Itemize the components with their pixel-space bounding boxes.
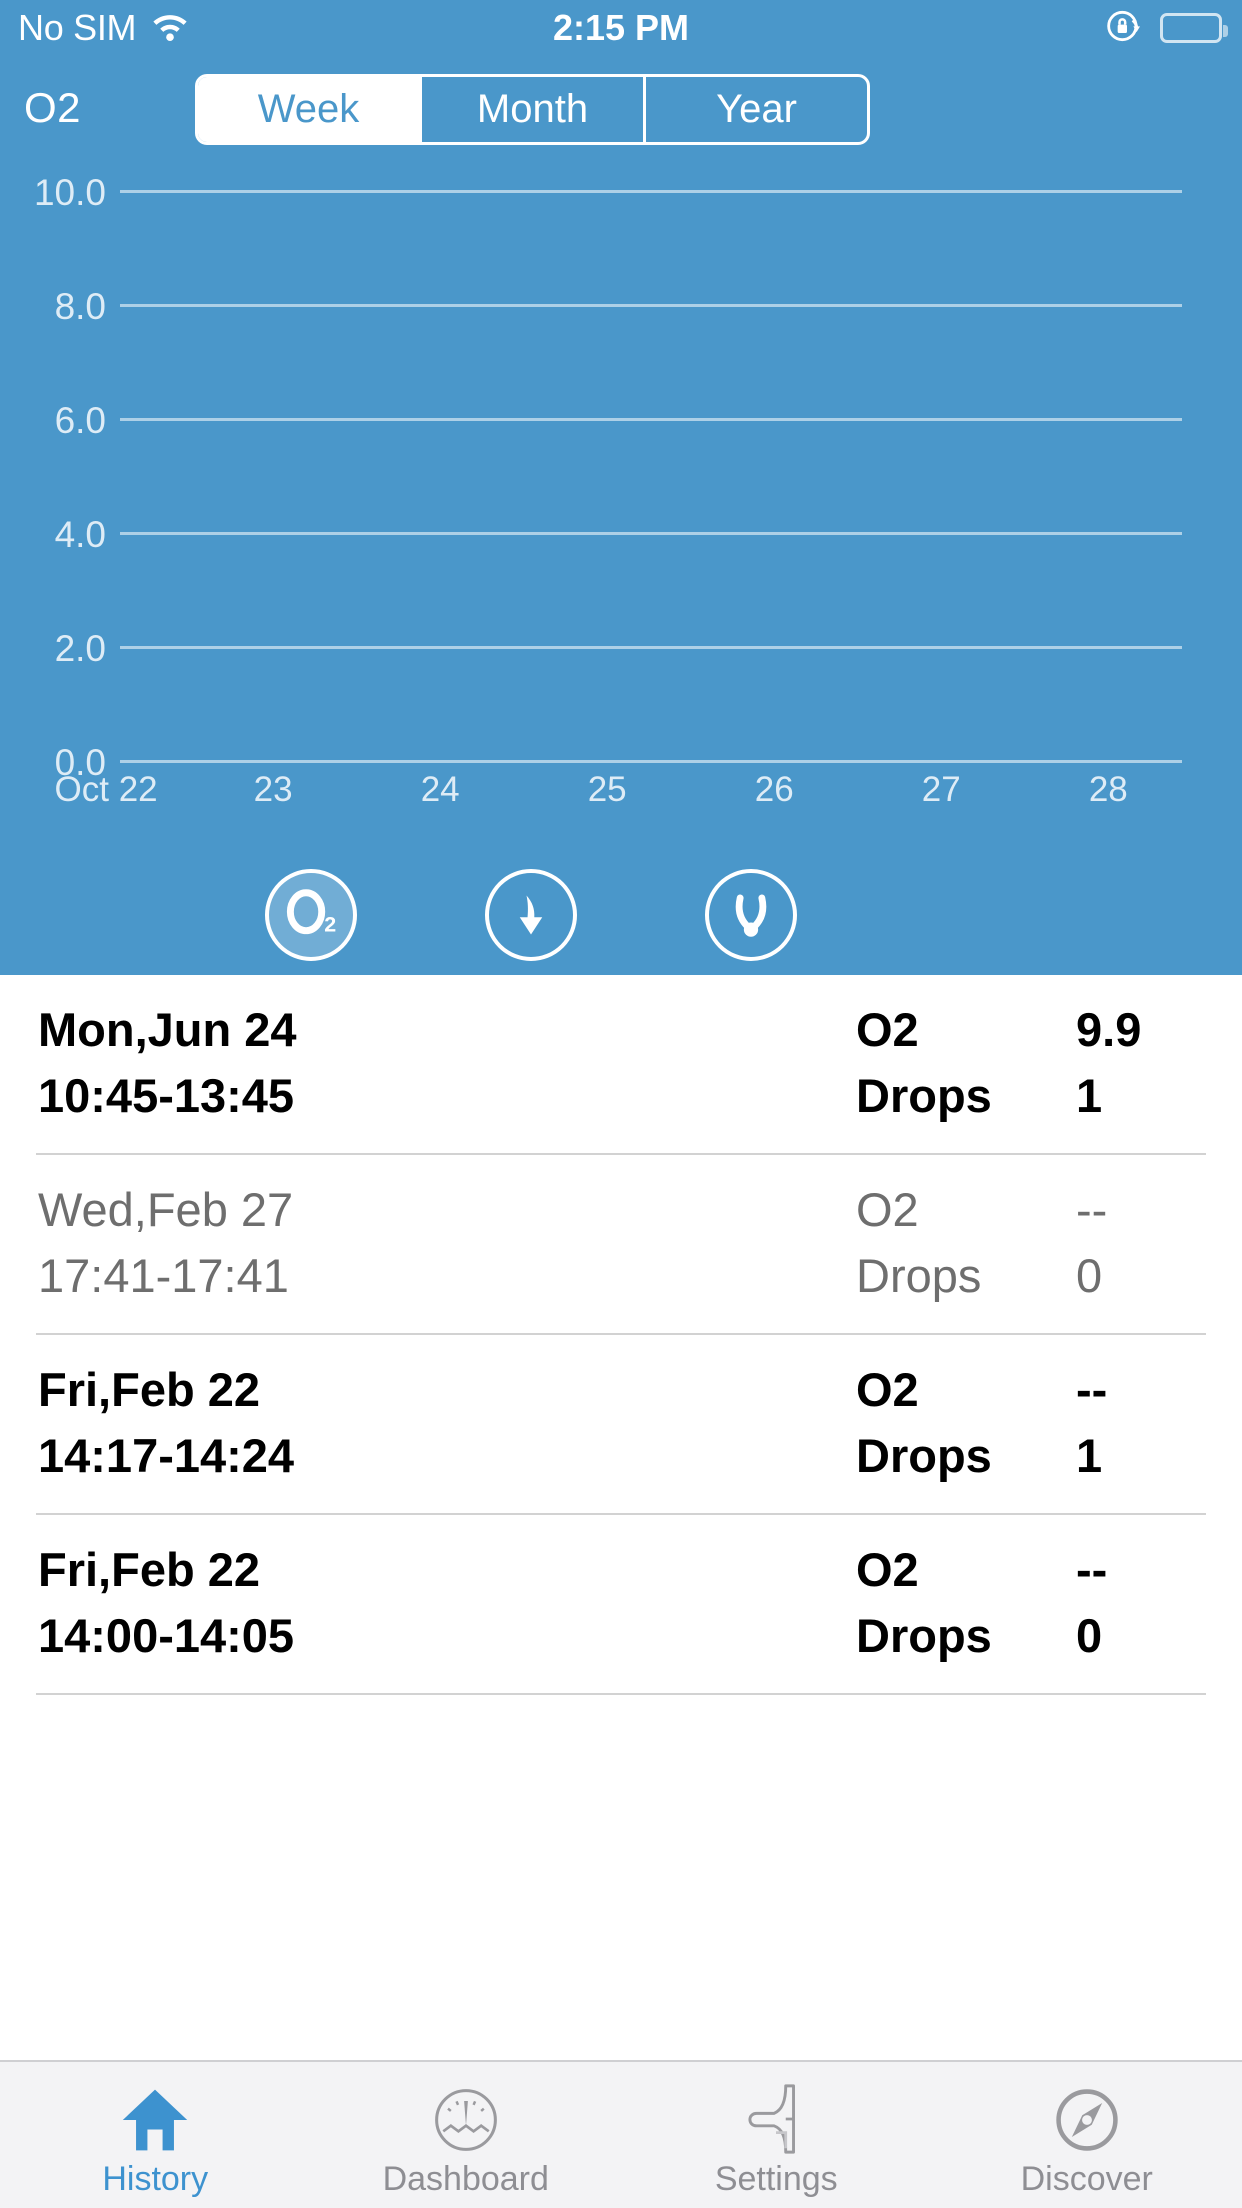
row-metric-2-label: Drops [856, 1429, 992, 1482]
nasal-cannula-icon [705, 869, 797, 961]
gridline: 2.0 [55, 628, 1182, 669]
y-tick-label: 2.0 [54, 628, 106, 669]
row-metric-2-value: 0 [1076, 1609, 1103, 1662]
row-metric-2-label: Drops [856, 1609, 992, 1662]
row-metric-values: -- 0 [1076, 1537, 1206, 1669]
table-row[interactable]: Fri,Feb 22 14:17-14:24 O2 Drops -- 1 [36, 1335, 1206, 1515]
drops-metric-button[interactable] [485, 855, 577, 975]
row-metric-1-value: -- [1076, 1183, 1108, 1236]
y-tick-label: 8.0 [54, 286, 106, 327]
x-tick-label: 27 [921, 770, 961, 809]
row-datetime: Fri,Feb 22 14:00-14:05 [38, 1537, 294, 1669]
row-metric-1-value: -- [1076, 1543, 1108, 1596]
row-metric-labels: O2 Drops [856, 997, 992, 1129]
row-datetime: Wed,Feb 27 17:41-17:41 [38, 1177, 293, 1309]
o2-chart: 10.0 8.0 6.0 4.0 2.0 0.0 Oct 22 23 24 25… [0, 160, 1242, 840]
battery-icon [1160, 13, 1228, 43]
row-time-range: 14:17-14:24 [38, 1429, 295, 1482]
row-metric-1-value: -- [1076, 1363, 1108, 1416]
status-bar-right [1104, 6, 1228, 51]
gridline: 0.0 [55, 742, 1182, 783]
x-tick-label: 28 [1088, 770, 1128, 809]
row-metric-labels: O2 Drops [856, 1177, 981, 1309]
table-row[interactable]: Mon,Jun 24 10:45-13:45 O2 Drops 9.9 1 [36, 975, 1206, 1155]
segment-year[interactable]: Year [643, 77, 867, 142]
row-time-range: 17:41-17:41 [38, 1249, 289, 1302]
row-metric-1-label: O2 [856, 1003, 919, 1056]
x-tick-label: 26 [754, 770, 794, 809]
row-metric-values: -- 0 [1076, 1177, 1206, 1309]
gridline: 10.0 [34, 172, 1182, 213]
y-tick-label: 10.0 [33, 172, 106, 213]
page-title: O2 [24, 84, 82, 131]
row-datetime: Fri,Feb 22 14:17-14:24 [38, 1357, 294, 1489]
tab-discover[interactable]: Discover [932, 2062, 1242, 2208]
svg-text:2: 2 [324, 913, 336, 937]
gridline: 8.0 [55, 286, 1182, 327]
gridline: 4.0 [55, 514, 1182, 555]
device-icon [741, 2078, 811, 2156]
x-tick-label: Oct 22 [54, 770, 158, 809]
table-row[interactable]: Fri,Feb 22 14:00-14:05 O2 Drops -- 0 [36, 1515, 1206, 1695]
tab-label: Discover [1020, 2159, 1153, 2198]
segment-week[interactable]: Week [198, 77, 419, 142]
x-tick-label: 23 [253, 770, 293, 809]
tab-dashboard[interactable]: Dashboard [311, 2062, 622, 2208]
row-datetime: Mon,Jun 24 10:45-13:45 [38, 997, 297, 1129]
x-tick-label: 25 [587, 770, 627, 809]
row-metric-1-value: 9.9 [1076, 1003, 1142, 1056]
row-date: Wed,Feb 27 [38, 1183, 294, 1236]
y-tick-label: 6.0 [54, 400, 106, 441]
row-metric-2-label: Drops [856, 1249, 982, 1302]
row-time-range: 10:45-13:45 [38, 1069, 295, 1122]
compass-icon [1049, 2078, 1125, 2156]
tab-label: Dashboard [382, 2159, 549, 2198]
status-bar-time: 2:15 PM [552, 7, 690, 48]
row-date: Fri,Feb 22 [38, 1363, 261, 1416]
header: O2 Week Month Year [0, 56, 1242, 156]
row-metric-2-value: 1 [1076, 1429, 1103, 1482]
gauge-icon [428, 2078, 504, 2156]
segment-month[interactable]: Month [419, 77, 643, 142]
tab-bar: History Dashboard Settings Discover [0, 2060, 1242, 2208]
row-metric-2-value: 1 [1076, 1069, 1103, 1122]
row-metric-1-label: O2 [856, 1543, 919, 1596]
tab-history[interactable]: History [0, 2062, 311, 2208]
table-row[interactable]: Wed,Feb 27 17:41-17:41 O2 Drops -- 0 [36, 1155, 1206, 1335]
row-metric-labels: O2 Drops [856, 1357, 992, 1489]
row-metric-1-label: O2 [856, 1183, 919, 1236]
row-metric-2-value: 0 [1076, 1249, 1103, 1302]
rotation-lock-icon [1104, 6, 1144, 51]
history-list: Mon,Jun 24 10:45-13:45 O2 Drops 9.9 1 We… [0, 975, 1242, 2035]
tab-label: History [102, 2159, 209, 2198]
chart-plot-area: 10.0 8.0 6.0 4.0 2.0 0.0 [34, 172, 1182, 783]
row-metric-values: -- 1 [1076, 1357, 1206, 1489]
tab-label: Settings [714, 2159, 838, 2198]
metric-selector-row: 2 [0, 855, 1242, 975]
y-tick-label: 4.0 [54, 514, 106, 555]
row-metric-values: 9.9 1 [1076, 997, 1206, 1129]
tab-settings[interactable]: Settings [621, 2062, 932, 2208]
row-date: Fri,Feb 22 [38, 1543, 261, 1596]
home-icon [116, 2078, 194, 2156]
status-bar: No SIM 2:15 PM [0, 0, 1242, 56]
row-metric-labels: O2 Drops [856, 1537, 992, 1669]
chart-panel: No SIM 2:15 PM O2 Week Month Year 10.0 8… [0, 0, 1242, 975]
gridline: 6.0 [55, 400, 1182, 441]
o2-icon: 2 [265, 869, 357, 961]
range-segmented-control[interactable]: Week Month Year [195, 74, 870, 145]
x-tick-label: 24 [420, 770, 460, 809]
row-time-range: 14:00-14:05 [38, 1609, 295, 1662]
o2-metric-button[interactable]: 2 [265, 855, 357, 975]
row-metric-2-label: Drops [856, 1069, 992, 1122]
row-date: Mon,Jun 24 [38, 1003, 297, 1056]
cannula-metric-button[interactable] [705, 855, 797, 975]
drop-arrow-icon [485, 869, 577, 961]
chart-x-axis: Oct 22 23 24 25 26 27 28 [55, 770, 1212, 820]
row-metric-1-label: O2 [856, 1363, 919, 1416]
